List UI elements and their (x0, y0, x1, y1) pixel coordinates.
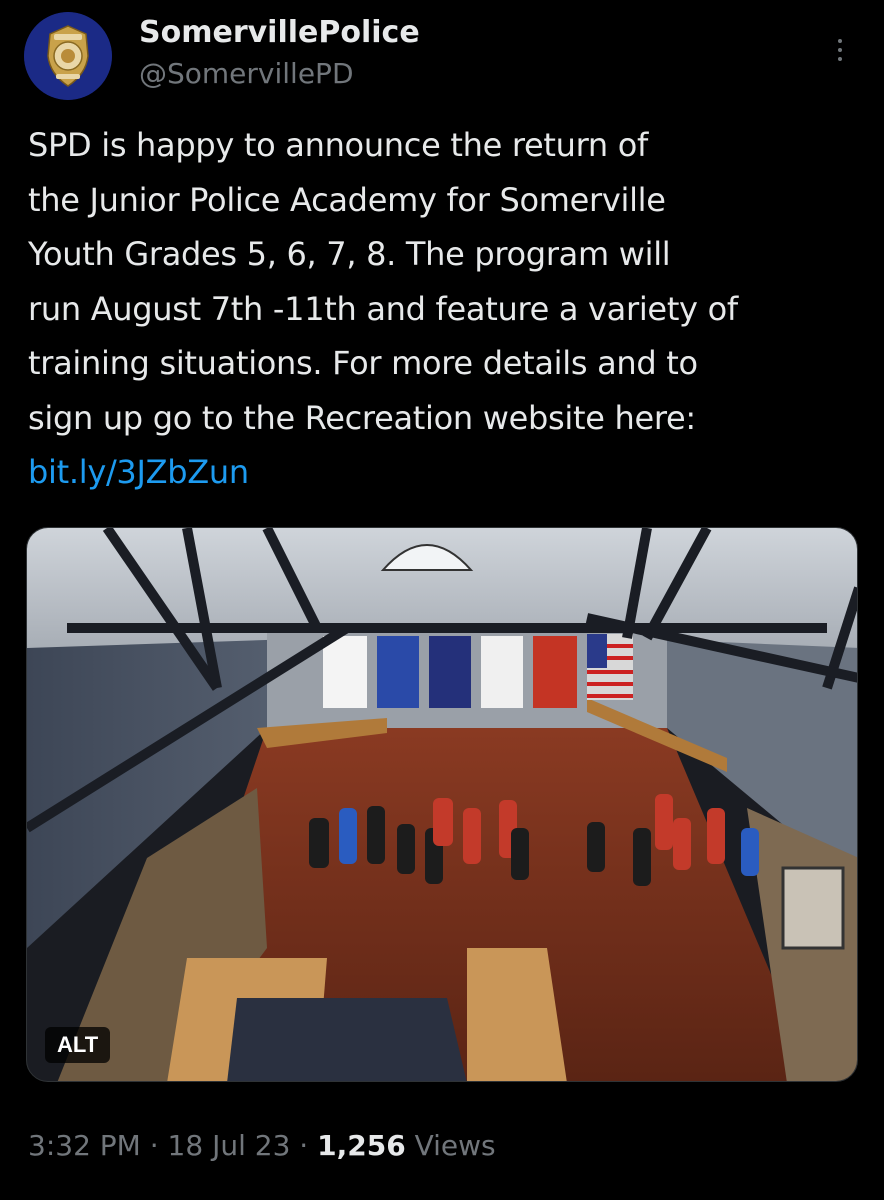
tweet-meta: 3:32 PM · 18 Jul 23 · 1,256 Views (28, 1126, 496, 1166)
tweet-text-line: the Junior Police Academy for Somerville (28, 180, 666, 219)
display-name[interactable]: SomervillePolice (139, 16, 420, 50)
more-vertical-icon (838, 39, 842, 43)
more-options-button[interactable] (824, 30, 856, 70)
meta-separator: · (299, 1129, 309, 1162)
alt-text-badge[interactable]: ALT (45, 1027, 111, 1063)
tweet-photo[interactable]: ALT (26, 527, 858, 1082)
views-label: Views (414, 1129, 496, 1162)
tweet-text-line: Youth Grades 5, 6, 7, 8. The program wil… (28, 235, 671, 273)
tweet-date[interactable]: 18 Jul 23 (168, 1129, 291, 1162)
tweet-text-line: sign up go to the Recreation website her… (28, 398, 696, 437)
meta-separator: · (149, 1129, 159, 1162)
police-badge-icon (24, 12, 112, 100)
tweet-text-line: run August 7th -11th and feature a varie… (28, 289, 738, 328)
tweet-text-line: SPD is happy to announce the return of (28, 126, 648, 164)
avatar[interactable] (24, 12, 112, 100)
tweet-text-line: training situations. For more details an… (28, 344, 698, 382)
user-handle[interactable]: @SomervillePD (139, 58, 354, 90)
academy-hallway-photo (27, 528, 857, 1081)
tweet: SomervillePolice @SomervillePD SPD is ha… (0, 0, 884, 1200)
views-count[interactable]: 1,256 (317, 1129, 406, 1162)
tweet-link[interactable]: bit.ly/3JZbZun (28, 445, 858, 500)
tweet-time[interactable]: 3:32 PM (28, 1129, 141, 1162)
tweet-text: SPD is happy to announce the return of t… (28, 118, 858, 500)
